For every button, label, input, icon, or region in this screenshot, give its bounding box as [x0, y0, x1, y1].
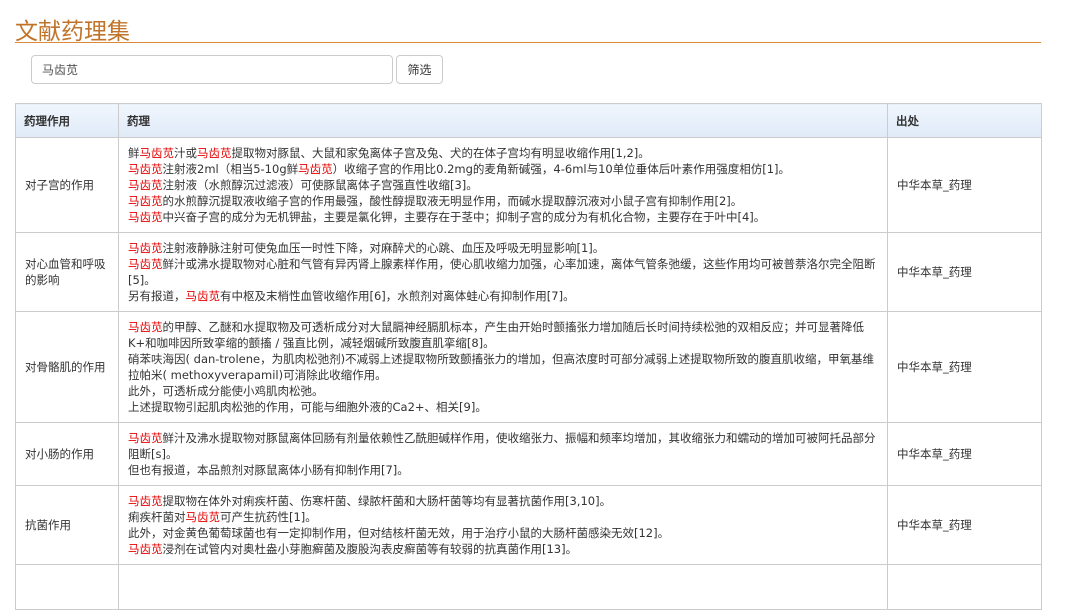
- text-segment: 此外，可透析成分能使小鸡肌肉松弛。: [128, 384, 324, 398]
- source-cell: 中华本草_药理: [887, 311, 1042, 423]
- table-header-row: 药理作用 药理 出处: [15, 103, 1042, 138]
- text-segment: 注射液静脉注射可使兔血压一时性下降，对麻醉犬的心跳、血压及呼吸无明显影响[1]。: [162, 241, 605, 255]
- table-row: 对心血管和呼吸的影响 马齿苋注射液静脉注射可使兔血压一时性下降，对麻醉犬的心跳、血…: [15, 232, 1042, 312]
- highlighted-keyword: 马齿苋: [128, 210, 163, 224]
- pharmacology-line: 马齿苋注射液2ml（相当5-10g鲜马齿苋）收缩子宫的作用比0.2mg的麦角新碱…: [128, 161, 878, 177]
- pharmacology-line: 马齿苋鲜汁及沸水提取物对豚鼠离体回肠有剂量依赖性乙酰胆碱样作用，使收缩张力、振幅…: [128, 430, 878, 462]
- page-title: 文献药理集: [15, 19, 130, 45]
- title-divider: [15, 42, 1041, 43]
- pharmacology-cell: 马齿苋鲜汁及沸水提取物对豚鼠离体回肠有剂量依赖性乙酰胆碱样作用，使收缩张力、振幅…: [118, 422, 888, 486]
- highlighted-keyword: 马齿苋: [128, 542, 163, 556]
- header-effect: 药理作用: [15, 103, 119, 138]
- table-row: 对骨骼肌的作用 马齿苋的甲醇、乙醚和水提取物及可透析成分对大鼠膈神经膈肌标本，产生…: [15, 311, 1042, 423]
- pharmacology-line: 痢疾杆菌对马齿苋可产生抗药性[1]。: [128, 509, 878, 525]
- pharmacology-line: 马齿苋的甲醇、乙醚和水提取物及可透析成分对大鼠膈神经膈肌标本，产生由开始时颤搐张…: [128, 319, 878, 351]
- pharmacology-line: 硝苯呋海因( dan-trolene，为肌肉松弛剂)不减弱上述提取物所致颤搐张力…: [128, 351, 878, 383]
- filter-button[interactable]: 筛选: [396, 55, 443, 84]
- text-segment: 浸剂在试管内对奥杜盎小芽胞癣菌及腹股沟表皮癣菌等有较弱的抗真菌作用[13]。: [162, 542, 578, 556]
- pharmacology-cell: 马齿苋的甲醇、乙醚和水提取物及可透析成分对大鼠膈神经膈肌标本，产生由开始时颤搐张…: [118, 311, 888, 423]
- text-segment: 可产生抗药性[1]。: [220, 510, 317, 524]
- pharmacology-cell: 马齿苋提取物在体外对痢疾杆菌、伤寒杆菌、绿脓杆菌和大肠杆菌等均有显著抗菌作用[3…: [118, 485, 888, 565]
- pharmacology-line: 此外，可透析成分能使小鸡肌肉松弛。: [128, 383, 878, 399]
- header-pharmacology: 药理: [118, 103, 888, 138]
- pharmacology-line: 马齿苋注射液（水煎醇沉过滤液）可使豚鼠离体子宫强直性收缩[3]。: [128, 177, 878, 193]
- pharmacology-cell: 马齿苋注射液静脉注射可使兔血压一时性下降，对麻醉犬的心跳、血压及呼吸无明显影响[…: [118, 232, 888, 312]
- pharmacology-line: 马齿苋注射液静脉注射可使兔血压一时性下降，对麻醉犬的心跳、血压及呼吸无明显影响[…: [128, 240, 878, 256]
- highlighted-keyword: 马齿苋: [185, 289, 221, 303]
- text-segment: 痢疾杆菌对: [128, 510, 186, 524]
- source-cell: 中华本草_药理: [887, 232, 1042, 312]
- pharmacology-line: 马齿苋提取物在体外对痢疾杆菌、伤寒杆菌、绿脓杆菌和大肠杆菌等均有显著抗菌作用[3…: [128, 493, 878, 509]
- effect-cell: 对心血管和呼吸的影响: [15, 232, 119, 312]
- effect-cell: 对小肠的作用: [15, 422, 119, 486]
- pharmacology-table: 药理作用 药理 出处 对子宫的作用 鲜马齿苋汁或马齿苋提取物对豚鼠、大鼠和家兔离体…: [15, 103, 1042, 610]
- text-segment: 中兴奋子宫的成分为无机钾盐，主要是氯化钾，主要存在于茎中；抑制子宫的成分为有机化…: [162, 210, 766, 224]
- pharmacology-line: 马齿苋浸剂在试管内对奥杜盎小芽胞癣菌及腹股沟表皮癣菌等有较弱的抗真菌作用[13]…: [128, 541, 878, 557]
- table-row: [15, 564, 1042, 610]
- pharmacology-line: 此外，对金黄色葡萄球菌也有一定抑制作用，但对结核杆菌无效，用于治疗小鼠的大肠杆菌…: [128, 525, 878, 541]
- text-segment: 提取物在体外对痢疾杆菌、伤寒杆菌、绿脓杆菌和大肠杆菌等均有显著抗菌作用[3,10…: [162, 494, 612, 508]
- text-segment: 另有报道，: [128, 289, 186, 303]
- pharmacology-line: 马齿苋的水煎醇沉提取液收缩子宫的作用最强，酸性醇提取液无明显作用，而碱水提取醇沉…: [128, 193, 878, 209]
- highlighted-keyword: 马齿苋: [128, 257, 163, 271]
- text-segment: 鲜汁及沸水提取物对豚鼠离体回肠有剂量依赖性乙酰胆碱样作用，使收缩张力、振幅和频率…: [128, 431, 876, 461]
- text-segment: 此外，对金黄色葡萄球菌也有一定抑制作用，但对结核杆菌无效，用于治疗小鼠的大肠杆菌…: [128, 526, 670, 540]
- highlighted-keyword: 马齿苋: [139, 146, 175, 160]
- source-cell: 中华本草_药理: [887, 137, 1042, 233]
- text-segment: 鲜汁或沸水提取物对心脏和气管有异丙肾上腺素样作用，使心肌收缩力加强，心率加速，离…: [128, 257, 876, 287]
- pharmacology-line: 上述提取物引起肌肉松弛的作用，可能与细胞外液的Ca2+、相关[9]。: [128, 399, 878, 415]
- highlighted-keyword: 马齿苋: [128, 494, 163, 508]
- effect-cell: 抗菌作用: [15, 485, 119, 565]
- effect-cell: 对子宫的作用: [15, 137, 119, 233]
- text-segment: 的水煎醇沉提取液收缩子宫的作用最强，酸性醇提取液无明显作用，而碱水提取醇沉液对小…: [162, 194, 743, 208]
- pharmacology-cell: 鲜马齿苋汁或马齿苋提取物对豚鼠、大鼠和家兔离体子宫及兔、犬的在体子宫均有明显收缩…: [118, 137, 888, 233]
- source-cell: 中华本草_药理: [887, 422, 1042, 486]
- text-segment: 但也有报道，本品煎剂对豚鼠离体小肠有抑制作用[7]。: [128, 463, 409, 477]
- highlighted-keyword: 马齿苋: [128, 241, 163, 255]
- pharmacology-line: 鲜马齿苋汁或马齿苋提取物对豚鼠、大鼠和家兔离体子宫及兔、犬的在体子宫均有明显收缩…: [128, 145, 878, 161]
- header-source: 出处: [887, 103, 1042, 138]
- pharmacology-line: 但也有报道，本品煎剂对豚鼠离体小肠有抑制作用[7]。: [128, 462, 878, 478]
- text-segment: 注射液（水煎醇沉过滤液）可使豚鼠离体子宫强直性收缩[3]。: [162, 178, 478, 192]
- text-segment: 汁或: [174, 146, 197, 160]
- highlighted-keyword: 马齿苋: [298, 162, 333, 176]
- highlighted-keyword: 马齿苋: [197, 146, 232, 160]
- text-segment: ）收缩子宫的作用比0.2mg的麦角新碱强，4-6ml与10单位垂体后叶素作用强度…: [332, 162, 791, 176]
- highlighted-keyword: 马齿苋: [128, 320, 163, 334]
- pharmacology-line: 另有报道，马齿苋有中枢及末梢性血管收缩作用[6]，水煎剂对离体蛙心有抑制作用[7…: [128, 288, 878, 304]
- text-segment: 的甲醇、乙醚和水提取物及可透析成分对大鼠膈神经膈肌标本，产生由开始时颤搐张力增加…: [128, 320, 864, 350]
- text-segment: 有中枢及末梢性血管收缩作用[6]，水煎剂对离体蛙心有抑制作用[7]。: [220, 289, 575, 303]
- highlighted-keyword: 马齿苋: [185, 510, 221, 524]
- highlighted-keyword: 马齿苋: [128, 431, 163, 445]
- effect-cell: 对骨骼肌的作用: [15, 311, 119, 423]
- text-segment: 提取物对豚鼠、大鼠和家兔离体子宫及兔、犬的在体子宫均有明显收缩作用[1,2]。: [231, 146, 650, 160]
- highlighted-keyword: 马齿苋: [128, 194, 163, 208]
- text-segment: 硝苯呋海因( dan-trolene，为肌肉松弛剂)不减弱上述提取物所致颤搐张力…: [128, 352, 875, 382]
- highlighted-keyword: 马齿苋: [128, 178, 163, 192]
- search-input[interactable]: [31, 55, 393, 84]
- pharmacology-line: 马齿苋中兴奋子宫的成分为无机钾盐，主要是氯化钾，主要存在于茎中；抑制子宫的成分为…: [128, 209, 878, 225]
- highlighted-keyword: 马齿苋: [128, 162, 163, 176]
- table-row: 抗菌作用 马齿苋提取物在体外对痢疾杆菌、伤寒杆菌、绿脓杆菌和大肠杆菌等均有显著抗菌…: [15, 485, 1042, 565]
- source-cell: 中华本草_药理: [887, 485, 1042, 565]
- table-row: 对子宫的作用 鲜马齿苋汁或马齿苋提取物对豚鼠、大鼠和家兔离体子宫及兔、犬的在体子宫…: [15, 137, 1042, 233]
- text-segment: 鲜: [128, 146, 140, 160]
- table-row: 对小肠的作用 马齿苋鲜汁及沸水提取物对豚鼠离体回肠有剂量依赖性乙酰胆碱样作用，使收…: [15, 422, 1042, 486]
- text-segment: 注射液2ml（相当5-10g鲜: [162, 162, 299, 176]
- pharmacology-line: 马齿苋鲜汁或沸水提取物对心脏和气管有异丙肾上腺素样作用，使心肌收缩力加强，心率加…: [128, 256, 878, 288]
- text-segment: 上述提取物引起肌肉松弛的作用，可能与细胞外液的Ca2+、相关[9]。: [128, 400, 487, 414]
